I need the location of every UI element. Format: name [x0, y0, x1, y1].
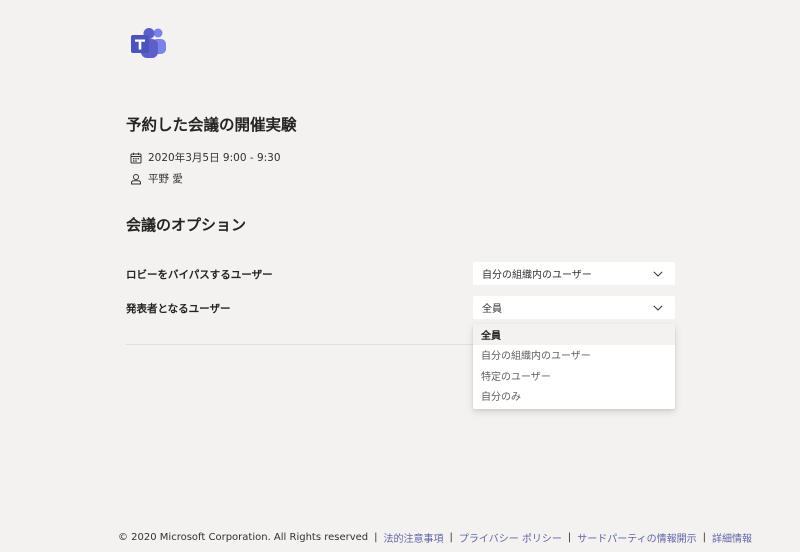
presenters-select[interactable]: 全員: [473, 296, 675, 319]
section-divider: [126, 344, 476, 345]
dropdown-option-specific-users[interactable]: 特定のユーザー: [473, 365, 675, 386]
chevron-down-icon: [653, 270, 663, 277]
teams-logo-icon: [131, 28, 166, 58]
options-title: 会議のオプション: [126, 216, 247, 234]
person-icon: [131, 173, 141, 184]
footer-separator: |: [567, 532, 572, 543]
dropdown-option-everyone[interactable]: 全員: [473, 324, 675, 345]
lobby-bypass-label: ロビーをバイパスするユーザー: [126, 269, 273, 281]
meeting-organizer: 平野 愛: [148, 173, 183, 185]
footer-separator: |: [449, 532, 453, 543]
dropdown-option-org-users[interactable]: 自分の組織内のユーザー: [473, 345, 675, 366]
lobby-bypass-value: 自分の組織内のユーザー: [482, 270, 592, 281]
meeting-datetime-row: 2020年3月5日 9:00 - 9:30: [130, 150, 281, 165]
dropdown-option-only-me[interactable]: 自分のみ: [473, 386, 675, 407]
meeting-organizer-row: 平野 愛: [130, 171, 183, 186]
footer-separator: |: [374, 532, 378, 543]
footer: © 2020 Microsoft Corporation. All Rights…: [118, 530, 752, 545]
footer-separator: |: [702, 532, 707, 543]
more-info-link[interactable]: 詳細情報: [712, 530, 752, 545]
third-party-disclosure-link[interactable]: サードパーティの情報開示: [577, 530, 696, 545]
presenters-label: 発表者となるユーザー: [126, 303, 231, 315]
lobby-bypass-select[interactable]: 自分の組織内のユーザー: [473, 262, 675, 285]
calendar-icon: [130, 152, 142, 163]
legal-notice-link[interactable]: 法的注意事項: [384, 530, 444, 545]
presenters-value: 全員: [482, 304, 502, 315]
meeting-title: 予約した会議の開催実験: [126, 116, 297, 134]
meeting-options-page: 予約した会議の開催実験 2020年3月5日 9:00 - 9:30 平野 愛 会…: [0, 0, 800, 552]
meeting-datetime: 2020年3月5日 9:00 - 9:30: [148, 152, 281, 164]
presenters-dropdown: 全員 自分の組織内のユーザー 特定のユーザー 自分のみ: [473, 324, 675, 409]
privacy-policy-link[interactable]: プライバシー ポリシー: [459, 530, 562, 545]
copyright-text: © 2020 Microsoft Corporation. All Rights…: [118, 532, 369, 543]
chevron-down-icon: [653, 304, 663, 311]
